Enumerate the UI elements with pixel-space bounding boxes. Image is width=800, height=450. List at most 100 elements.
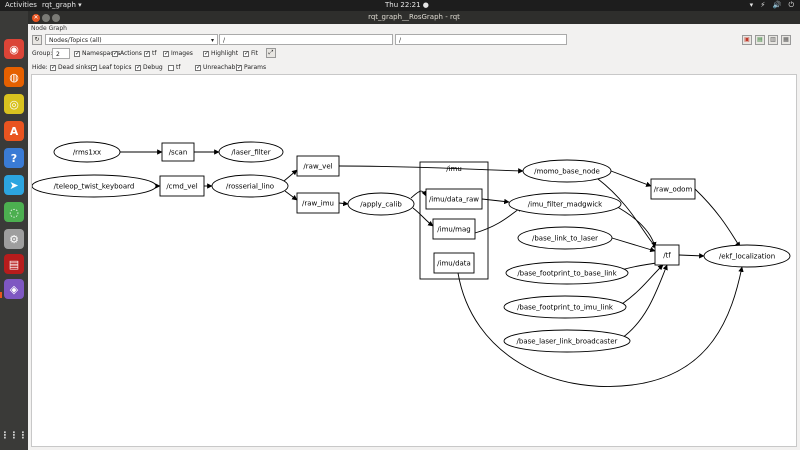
graph-node-label: /base_footprint_to_imu_link bbox=[517, 304, 614, 312]
show-applications-icon[interactable]: ⋮⋮⋮ bbox=[1, 426, 28, 446]
graph-node-label: /base_laser_link_broadcaster bbox=[517, 338, 618, 346]
volume-icon[interactable]: 🔊 bbox=[773, 1, 782, 9]
rqt-window: rqt_graph__RosGraph - rqt ✕ Node Graph ↻… bbox=[28, 11, 800, 450]
software-center-icon[interactable]: A bbox=[4, 121, 24, 141]
checkbox-box[interactable]: ✓ bbox=[163, 50, 169, 57]
graph-node-scan[interactable]: /scan bbox=[161, 142, 195, 162]
hide-debug-checkbox[interactable]: ✓ Debug bbox=[135, 62, 163, 73]
system-tray[interactable]: ▾ ⚡ 🔊 ⏻ bbox=[745, 0, 794, 11]
option-actions-checkbox[interactable]: ✓ Actions bbox=[112, 48, 142, 59]
checkbox-label: Leaf topics bbox=[99, 64, 132, 71]
checkbox-box[interactable]: ✓ bbox=[195, 64, 201, 71]
checkbox-box[interactable]: ✓ bbox=[74, 50, 80, 57]
mode-select[interactable]: Nodes/Topics (all) ▾ bbox=[45, 34, 218, 45]
graph-node-label: /base_footprint_to_base_link bbox=[517, 270, 617, 278]
graph-node-base-laser-link-broadcaster[interactable]: /base_laser_link_broadcaster bbox=[503, 329, 631, 353]
maximize-window-icon[interactable] bbox=[52, 14, 60, 22]
graph-node-imu-data[interactable]: /imu/data bbox=[433, 252, 475, 274]
firefox-icon[interactable]: ◍ bbox=[4, 67, 24, 87]
hide-params-checkbox[interactable]: ✓ Params bbox=[236, 62, 266, 73]
graph-edge bbox=[284, 190, 298, 201]
namespace-filter-input[interactable]: / bbox=[219, 34, 393, 45]
node-graph[interactable]: /imu /rms1xx/scan/laser_filter/teleop_tw… bbox=[32, 75, 798, 448]
graph-node-raw-imu[interactable]: /raw_imu bbox=[296, 192, 340, 214]
checkbox-box[interactable]: ✓ bbox=[236, 64, 242, 71]
graph-node-base-link-to-laser[interactable]: /base_link_to_laser bbox=[517, 226, 613, 250]
minimize-window-icon[interactable] bbox=[42, 14, 50, 22]
graph-edge bbox=[611, 237, 656, 253]
graph-node-raw-vel[interactable]: /raw_vel bbox=[296, 155, 340, 177]
option-images-checkbox[interactable]: ✓ Images bbox=[163, 48, 193, 59]
graph-node-label: /rms1xx bbox=[73, 149, 101, 157]
activities-button[interactable]: Activities bbox=[5, 0, 37, 11]
topic-filter-input[interactable]: / bbox=[395, 34, 567, 45]
checkbox-box[interactable]: ✓ bbox=[144, 50, 150, 57]
fit-view-icon[interactable]: ⤢ bbox=[266, 48, 276, 58]
graph-edge bbox=[678, 253, 705, 259]
checkbox-box[interactable]: ✓ bbox=[91, 64, 97, 71]
graph-node-cmd-vel[interactable]: /cmd_vel bbox=[159, 175, 205, 197]
load-icon[interactable]: ▦ bbox=[781, 35, 791, 45]
graph-node-raw-odom[interactable]: /raw_odom bbox=[650, 178, 696, 200]
app-menu[interactable]: rqt_graph ▾ bbox=[42, 0, 82, 11]
system-top-bar: Activities rqt_graph ▾ Thu 22:21 ● ▾ ⚡ 🔊… bbox=[0, 0, 800, 11]
refresh-icon[interactable]: ↻ bbox=[32, 35, 42, 45]
save-image-icon[interactable]: ▥ bbox=[768, 35, 778, 45]
checkbox-box[interactable]: ✓ bbox=[135, 64, 141, 71]
hide-unreachable-checkbox[interactable]: ✓ Unreachable bbox=[195, 62, 241, 73]
namespace-filter-value: / bbox=[223, 37, 226, 44]
clock[interactable]: Thu 22:21 ● bbox=[385, 0, 429, 11]
checkbox-box[interactable] bbox=[168, 64, 174, 71]
graph-node-teleop-twist-keyboard[interactable]: /teleop_twist_keyboard bbox=[32, 174, 157, 198]
network-icon[interactable]: ◌ bbox=[4, 202, 24, 222]
power-indicator-icon[interactable]: ⚡ bbox=[760, 1, 765, 9]
rhythmbox-icon[interactable]: ◎ bbox=[4, 94, 24, 114]
graph-node-rms1xx[interactable]: /rms1xx bbox=[53, 141, 121, 163]
graph-node-imu-mag[interactable]: /imu/mag bbox=[432, 218, 476, 240]
graph-edge bbox=[621, 264, 668, 339]
graph-node-label: /cmd_vel bbox=[166, 183, 197, 191]
checkbox-box[interactable]: ✓ bbox=[50, 64, 56, 71]
graph-node-base-footprint-to-imu-link[interactable]: /base_footprint_to_imu_link bbox=[503, 295, 627, 319]
rqt-icon[interactable]: ◈ bbox=[4, 279, 24, 299]
hide-tf-checkbox[interactable]: tf bbox=[168, 62, 180, 73]
graph-node-apply-calib[interactable]: /apply_calib bbox=[347, 192, 415, 216]
save-dot-icon[interactable]: ▣ bbox=[742, 35, 752, 45]
mode-select-value: Nodes/Topics (all) bbox=[49, 37, 102, 44]
checkbox-box[interactable]: ✓ bbox=[112, 50, 118, 57]
close-window-icon[interactable]: ✕ bbox=[32, 14, 40, 22]
graph-node-momo-base-node[interactable]: /momo_base_node bbox=[522, 159, 612, 183]
graph-edge bbox=[474, 206, 523, 234]
help-icon[interactable]: ? bbox=[4, 148, 24, 168]
system-monitor-icon[interactable]: ▤ bbox=[4, 254, 24, 274]
graph-node-label: /scan bbox=[169, 149, 188, 157]
graph-canvas[interactable]: /imu /rms1xx/scan/laser_filter/teleop_tw… bbox=[31, 74, 797, 447]
graph-node-base-footprint-to-base-link[interactable]: /base_footprint_to_base_link bbox=[505, 261, 629, 285]
option-highlight-checkbox[interactable]: ✓ Highlight bbox=[203, 48, 238, 59]
graph-node-label: /raw_odom bbox=[654, 186, 693, 194]
panel-title: Node Graph bbox=[31, 25, 67, 32]
graph-node-laser-filter[interactable]: /laser_filter bbox=[218, 141, 284, 163]
hide-leaf-topics-checkbox[interactable]: ✓ Leaf topics bbox=[91, 62, 132, 73]
graph-node-rosserial-lino[interactable]: /rosserial_lino bbox=[211, 174, 289, 198]
graph-node-imu-data-raw[interactable]: /imu/data_raw bbox=[425, 188, 483, 210]
graph-node-imu-filter-madgwick[interactable]: /imu_filter_madgwick bbox=[508, 192, 622, 216]
chrome-icon[interactable]: ◉ bbox=[4, 39, 24, 59]
graph-node-tf[interactable]: /tf bbox=[654, 244, 680, 266]
option-fit-checkbox[interactable]: ✓ Fit bbox=[243, 48, 258, 59]
group-spinbox[interactable]: 2 bbox=[52, 48, 70, 59]
network-menu-icon[interactable]: ▾ bbox=[750, 1, 754, 9]
option-tf-checkbox[interactable]: ✓ tf bbox=[144, 48, 156, 59]
checkbox-box[interactable]: ✓ bbox=[243, 50, 249, 57]
graph-edge bbox=[338, 165, 524, 174]
telegram-icon[interactable]: ➤ bbox=[4, 175, 24, 195]
checkbox-box[interactable]: ✓ bbox=[203, 50, 209, 57]
settings-icon[interactable]: ⚙ bbox=[4, 229, 24, 249]
hide-label: Hide: bbox=[32, 64, 48, 71]
group-spinbox-value: 2 bbox=[56, 51, 60, 58]
hide-dead-sinks-checkbox[interactable]: ✓ Dead sinks bbox=[50, 62, 91, 73]
power-menu-icon[interactable]: ⏻ bbox=[788, 1, 794, 9]
graph-node-ekf-localization[interactable]: /ekf_localization bbox=[703, 244, 791, 268]
save-svg-icon[interactable]: ▤ bbox=[755, 35, 765, 45]
checkbox-label: Fit bbox=[251, 50, 259, 57]
